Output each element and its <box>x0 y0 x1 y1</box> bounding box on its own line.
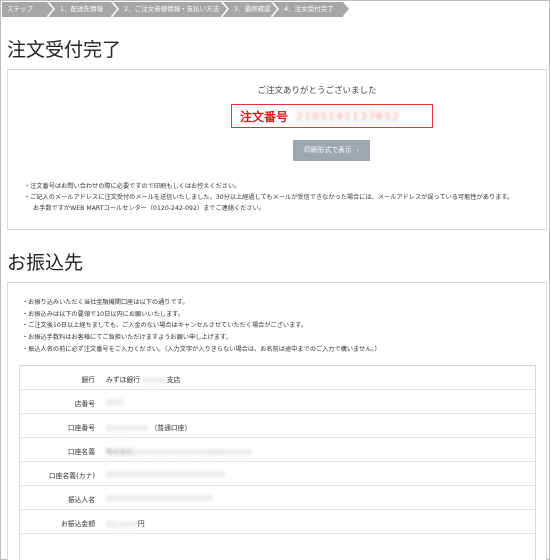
step-customer-payment: 2．ご注文者様情報・支払い方法 <box>113 2 229 17</box>
row-label: 口座名義 <box>67 448 95 456</box>
order-number-value: 2105191137652 <box>296 109 400 123</box>
print-button-label: 印刷形式で表示 <box>304 147 352 154</box>
page-frame: ステップ 1．配送先情報 2．ご注文者様情報・支払い方法 3．最終確認 4．注文… <box>0 0 550 560</box>
order-note: ・ご記入のメールアドレスに注文受付のメールを送信いたしました。30分以上経過して… <box>24 194 514 201</box>
table-row: 振込人名 ○○○○○○○○○○○○○○○○○○ <box>20 486 535 510</box>
order-number-box: 注文番号 2105191137652 <box>231 104 433 128</box>
step-label: ステップ <box>2 2 55 17</box>
order-complete-box: ご注文ありがとうございました 注文番号 2105191137652 印刷形式で表… <box>7 69 547 230</box>
table-row: お振込金額 ○○,○○○円 <box>20 510 535 534</box>
transfer-note: ・ご注文後10日以上経ちましても、ご入金のない場合はキャンセルさせていただく場合… <box>22 322 308 330</box>
row-value: 株式会社○○○○○○○○○○○○○○○○○○○○ <box>106 448 252 456</box>
row-label: 振込人名 <box>67 496 95 504</box>
order-note: お手数ですがWEB MARTコールセンター（0120-242-092）までご連絡… <box>33 205 265 212</box>
print-format-button[interactable]: 印刷形式で表示 › <box>293 140 370 161</box>
bank-info-table: 銀行 みずほ銀行 ○○○○支店 店番号 ○○○ 口座番号 ○○○○○○○ （普通口座… <box>19 365 536 560</box>
step-complete: 4．注文受付完了 <box>273 2 349 17</box>
row-label: 口座番号 <box>67 424 95 432</box>
step-shipping: 1．配送先情報 <box>49 2 119 17</box>
row-value: ○○○○○○○○○○○○○○○○○○ <box>106 494 213 502</box>
table-row: 口座名義(カナ) ○○○○○○○○○○○○○○○○○○○○ <box>20 462 535 486</box>
row-label: お振込金額 <box>61 520 95 528</box>
row-value: ○○○ <box>106 398 124 406</box>
table-row: 店番号 ○○○ <box>20 390 535 414</box>
section-title-transfer: お振込先 <box>7 252 84 274</box>
chevron-right-icon: › <box>356 147 359 154</box>
step-confirm: 3．最終確認 <box>223 2 279 17</box>
transfer-notes: ・お振り込みいただく当社金融機関口座は以下の通りです。 ・お振込みは以下の要領で… <box>22 297 381 356</box>
transfer-note: ・振込人名の前に必ず注文番号をご入力ください。（入力文字が入りきらない場合は、お… <box>22 345 381 353</box>
order-number-label: 注文番号 <box>240 109 289 124</box>
row-label: 店番号 <box>74 400 95 408</box>
transfer-note: ・お振り込みいただく当社金融機関口座は以下の通りです。 <box>22 299 189 306</box>
order-notes: ・注文番号はお問い合わせの際に必要ですので印刷もしくはお控えください。 ・ご記入… <box>24 181 513 214</box>
transfer-note: ・お振込みは以下の要領で10日以内にお願いいたします。 <box>22 310 184 318</box>
order-note: ・注文番号はお問い合わせの際に必要ですので印刷もしくはお控えください。 <box>24 183 241 190</box>
row-label: 口座名義(カナ) <box>48 472 95 480</box>
row-value: ○○○○○○○○○○○○○○○○○○○○ <box>106 470 225 478</box>
checkout-steps: ステップ 1．配送先情報 2．ご注文者様情報・支払い方法 3．最終確認 4．注文… <box>2 2 349 17</box>
table-row: 銀行 みずほ銀行 ○○○○支店 <box>20 366 535 390</box>
table-row: 口座番号 ○○○○○○○ （普通口座） <box>20 414 535 438</box>
table-row: 口座名義 株式会社○○○○○○○○○○○○○○○○○○○○ <box>20 438 535 462</box>
row-label: 銀行 <box>81 376 95 384</box>
row-value: ○○○○○○○ （普通口座） <box>106 424 192 432</box>
transfer-box: ・お振り込みいただく当社金融機関口座は以下の通りです。 ・お振込みは以下の要領で… <box>7 282 547 560</box>
thanks-message: ご注文ありがとうございました <box>257 86 377 96</box>
transfer-note: ・お振込手数料はお客様にてご負担いただけますようお願い申し上げます。 <box>22 334 232 342</box>
row-value: みずほ銀行 ○○○○支店 <box>106 376 181 384</box>
row-value: ○○,○○○円 <box>106 520 145 528</box>
page-title: 注文受付完了 <box>7 39 122 61</box>
